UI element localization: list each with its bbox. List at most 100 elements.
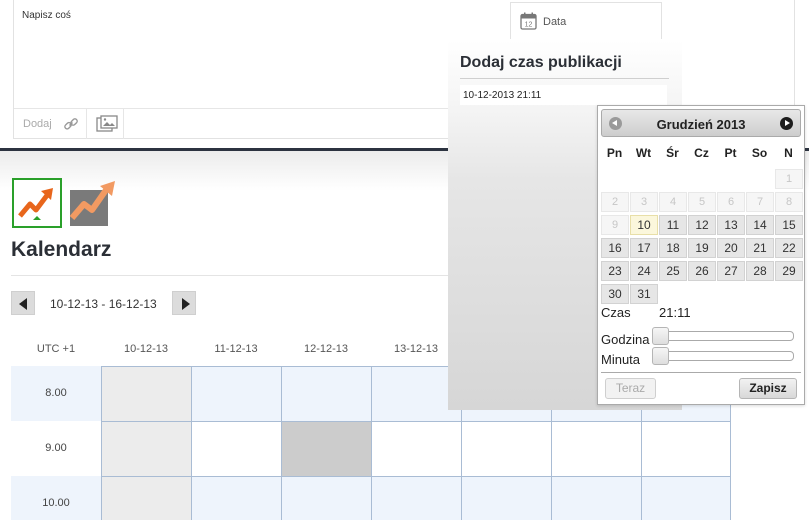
day-cell[interactable]: 11 <box>659 215 687 235</box>
day-cell[interactable]: 29 <box>775 261 803 281</box>
time-label: 10.00 <box>11 476 101 520</box>
page-title: Kalendarz <box>11 238 112 261</box>
arrow-left-icon <box>19 298 27 310</box>
minute-slider-handle[interactable] <box>652 347 669 365</box>
timezone-header: UTC +1 <box>36 343 76 355</box>
save-button[interactable]: Zapisz <box>739 378 797 399</box>
day-cell[interactable]: 17 <box>630 238 658 258</box>
next-week-button[interactable] <box>172 291 196 315</box>
day-cell[interactable]: 18 <box>659 238 687 258</box>
date-range: 10-12-13 - 16-12-13 <box>50 297 157 311</box>
disabled-day: 7 <box>746 192 774 212</box>
weekday-header: Śr <box>666 146 679 160</box>
next-month-button[interactable] <box>780 117 793 130</box>
stats-view-button[interactable] <box>68 178 118 228</box>
day-header: 11-12-13 <box>214 343 258 355</box>
datepicker: Grudzień 2013 Pn Wt Śr Cz Pt So N 1 2 3 4 5 6 7 8 9 10 1… <box>597 105 805 405</box>
link-icon[interactable] <box>63 116 79 132</box>
trend-arrow-icon <box>18 188 53 220</box>
disabled-day: 5 <box>688 192 716 212</box>
hour-slider-handle[interactable] <box>652 327 669 345</box>
time-slot[interactable] <box>641 421 731 476</box>
time-slot[interactable] <box>101 366 191 421</box>
disabled-day: 2 <box>601 192 629 212</box>
minute-slider[interactable] <box>652 347 794 365</box>
date-tab-label: Data <box>543 16 567 28</box>
time-slot[interactable] <box>191 421 281 476</box>
popover-divider <box>460 78 669 79</box>
day-cell[interactable]: 16 <box>601 238 629 258</box>
disabled-day: 8 <box>775 192 803 212</box>
day-cell[interactable]: 26 <box>688 261 716 281</box>
time-slot[interactable] <box>191 366 281 421</box>
add-button[interactable]: Dodaj <box>23 118 52 130</box>
day-cell[interactable]: 27 <box>717 261 745 281</box>
disabled-day: 1 <box>775 169 803 189</box>
time-row: 10.00 <box>11 476 731 520</box>
time-label: 8.00 <box>11 366 101 421</box>
weekday-header: Cz <box>694 146 709 160</box>
day-cell[interactable]: 22 <box>775 238 803 258</box>
arrow-right-icon <box>182 298 190 310</box>
time-slot[interactable] <box>371 421 461 476</box>
weekday-header: Pt <box>724 146 737 160</box>
day-cell[interactable]: 28 <box>746 261 774 281</box>
time-slot[interactable] <box>101 421 191 476</box>
time-slot[interactable] <box>641 476 731 520</box>
time-slot[interactable] <box>371 476 461 520</box>
time-slot-busy[interactable] <box>281 421 371 476</box>
time-slot[interactable] <box>461 476 551 520</box>
disabled-day: 3 <box>630 192 658 212</box>
now-button[interactable]: Teraz <box>605 378 656 399</box>
datepicker-divider <box>601 372 801 373</box>
previous-week-button[interactable] <box>11 291 35 315</box>
image-icon[interactable] <box>96 115 118 133</box>
time-slot[interactable] <box>281 366 371 421</box>
time-slot[interactable] <box>281 476 371 520</box>
day-header: 10-12-13 <box>123 343 169 355</box>
date-tab[interactable]: 12 Data <box>510 2 662 39</box>
time-slot[interactable] <box>101 476 191 520</box>
day-cell[interactable]: 13 <box>717 215 745 235</box>
day-cell[interactable]: 21 <box>746 238 774 258</box>
day-cell[interactable]: 12 <box>688 215 716 235</box>
day-cell[interactable]: 31 <box>630 284 658 304</box>
day-cell[interactable]: 23 <box>601 261 629 281</box>
day-header: 12-12-13 <box>303 343 349 355</box>
chevron-right-icon <box>785 120 790 126</box>
disabled-day: 4 <box>659 192 687 212</box>
hour-slider[interactable] <box>652 327 794 345</box>
calendar-view-button[interactable] <box>12 178 62 228</box>
time-label: Czas <box>601 305 631 320</box>
hour-label: Godzina <box>601 332 650 347</box>
today-day[interactable]: 10 <box>630 215 658 235</box>
post-text-placeholder[interactable]: Napisz coś <box>22 10 71 21</box>
time-row: 9.00 <box>11 421 731 476</box>
day-cell[interactable]: 14 <box>746 215 774 235</box>
time-slot[interactable] <box>551 421 641 476</box>
day-cell[interactable]: 24 <box>630 261 658 281</box>
time-slot[interactable] <box>191 476 281 520</box>
day-cell[interactable]: 20 <box>717 238 745 258</box>
calendar-icon: 12 <box>520 12 537 30</box>
time-slot[interactable] <box>551 476 641 520</box>
weekday-header: Pn <box>606 146 623 160</box>
chart-trend-icon <box>69 181 115 226</box>
weekday-header: N <box>784 146 793 160</box>
time-slot[interactable] <box>461 421 551 476</box>
publish-datetime-input[interactable] <box>460 85 667 105</box>
disabled-day: 6 <box>717 192 745 212</box>
weekday-header: So <box>751 146 768 160</box>
minute-label: Minuta <box>601 352 641 367</box>
title-divider <box>11 275 461 276</box>
day-cell[interactable]: 25 <box>659 261 687 281</box>
toolbar-divider <box>86 109 87 139</box>
day-cell[interactable]: 30 <box>601 284 629 304</box>
time-value: 21:11 <box>659 305 691 320</box>
toolbar-divider <box>123 109 124 139</box>
weekday-header: Wt <box>635 146 652 160</box>
datepicker-header: Grudzień 2013 <box>601 109 801 137</box>
day-cell[interactable]: 15 <box>775 215 803 235</box>
day-cell[interactable]: 19 <box>688 238 716 258</box>
disabled-day: 9 <box>601 215 629 235</box>
